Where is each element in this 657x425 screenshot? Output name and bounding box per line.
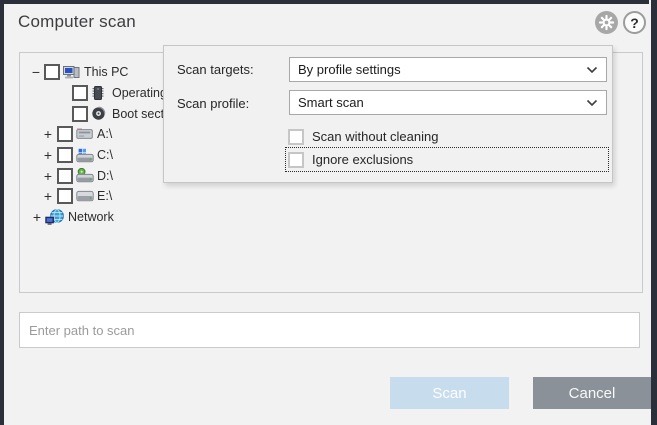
expand-icon[interactable]: + (42, 127, 54, 141)
expand-icon[interactable]: + (42, 189, 54, 203)
tree-item-checkbox[interactable] (57, 168, 73, 184)
window-frame-left (0, 0, 4, 425)
question-mark-icon: ? (630, 15, 639, 31)
scan-targets-value: By profile settings (298, 62, 401, 77)
chevron-down-icon (586, 66, 598, 74)
tree-item-checkbox[interactable] (57, 147, 73, 163)
scan-without-cleaning-checkbox[interactable] (288, 129, 304, 145)
tree-item-label[interactable]: C:\ (97, 148, 113, 162)
system-drive-icon (76, 147, 94, 163)
window-frame-right (651, 0, 657, 425)
collapse-icon[interactable]: − (30, 65, 42, 79)
scan-button[interactable]: Scan (390, 377, 509, 409)
scan-without-cleaning-option[interactable]: Scan without cleaning (286, 124, 438, 149)
tree-item-label[interactable]: D:\ (97, 169, 113, 183)
computer-icon (63, 64, 81, 80)
page-title: Computer scan (18, 12, 136, 32)
memory-icon (91, 85, 109, 101)
tree-item-checkbox[interactable] (72, 106, 88, 122)
path-input[interactable] (19, 312, 640, 348)
network-icon (45, 209, 65, 226)
scan-targets-dropdown[interactable]: By profile settings (289, 57, 607, 82)
tree-item-label[interactable]: E:\ (97, 189, 112, 203)
tree-item-label[interactable]: Network (68, 210, 114, 224)
cancel-button[interactable]: Cancel (533, 377, 651, 409)
ignore-exclusions-option[interactable]: Ignore exclusions (285, 147, 609, 172)
ignore-exclusions-label: Ignore exclusions (312, 152, 413, 167)
local-drive-icon (76, 188, 94, 204)
settings-button[interactable] (595, 11, 618, 34)
help-button[interactable]: ? (623, 11, 646, 34)
scan-profile-label: Scan profile: (177, 96, 249, 111)
tree-item-network[interactable]: + Network (21, 207, 641, 228)
expand-icon[interactable]: + (42, 169, 54, 183)
ignore-exclusions-checkbox[interactable] (288, 152, 304, 168)
tree-item-checkbox[interactable] (44, 64, 60, 80)
tree-item-e[interactable]: + E:\ (21, 186, 641, 207)
tree-item-label[interactable]: A:\ (97, 127, 112, 141)
tree-item-label[interactable]: This PC (84, 65, 128, 79)
optical-drive-icon (76, 168, 94, 184)
chevron-down-icon (586, 99, 598, 107)
tree-item-checkbox[interactable] (57, 126, 73, 142)
boot-sectors-icon (91, 106, 109, 122)
expand-icon[interactable]: + (31, 210, 43, 224)
tree-item-checkbox[interactable] (72, 85, 88, 101)
tree-item-checkbox[interactable] (57, 188, 73, 204)
scan-targets-label: Scan targets: (177, 62, 254, 77)
scan-profile-value: Smart scan (298, 95, 364, 110)
gear-icon (598, 14, 615, 31)
scan-profile-dropdown[interactable]: Smart scan (289, 90, 607, 115)
computer-scan-dialog: Computer scan ? −This PCO (0, 0, 657, 425)
window-frame-top (0, 0, 649, 4)
expand-icon[interactable]: + (42, 148, 54, 162)
floppy-drive-icon (76, 126, 94, 142)
scan-options-popup: Scan targets: By profile settings Scan p… (163, 45, 613, 183)
scan-without-cleaning-label: Scan without cleaning (312, 129, 438, 144)
